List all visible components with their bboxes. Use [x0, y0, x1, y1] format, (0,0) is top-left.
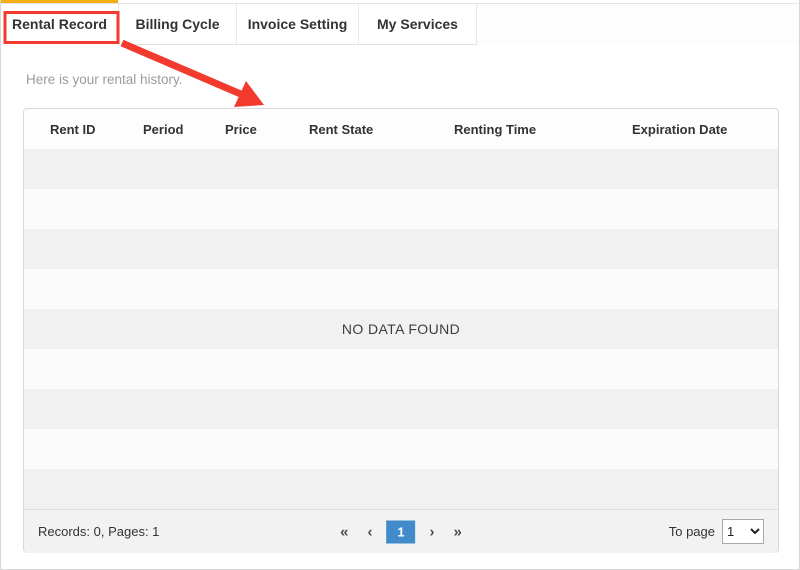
tab-billing-cycle[interactable]: Billing Cycle — [119, 4, 237, 45]
table-footer: Records: 0, Pages: 1 « ‹ 1 › » To page 1 — [24, 509, 778, 553]
no-data-message: NO DATA FOUND — [342, 321, 460, 337]
previous-page-button[interactable]: ‹ — [363, 522, 378, 541]
last-page-button[interactable]: » — [449, 522, 467, 541]
tab-billing-cycle-label: Billing Cycle — [135, 16, 219, 32]
rental-record-page: Rental Record Billing Cycle Invoice Sett… — [0, 0, 800, 570]
annotation-arrow-head — [234, 81, 264, 107]
tab-bar: Rental Record Billing Cycle Invoice Sett… — [1, 3, 799, 45]
tab-bar-filler — [477, 4, 799, 45]
column-header-rent-id: Rent ID — [50, 122, 143, 137]
tab-rental-record[interactable]: Rental Record — [1, 4, 119, 45]
table-row — [24, 389, 778, 429]
column-header-renting-time: Renting Time — [454, 122, 632, 137]
column-header-rent-state: Rent State — [309, 122, 454, 137]
next-page-button[interactable]: › — [425, 522, 440, 541]
table-body: NO DATA FOUND — [24, 149, 778, 509]
records-summary: Records: 0, Pages: 1 — [38, 524, 159, 539]
table-row — [24, 149, 778, 189]
column-header-expiration-date: Expiration Date — [632, 122, 778, 137]
to-page-control: To page 1 — [669, 519, 764, 544]
tab-invoice-setting-label: Invoice Setting — [248, 16, 348, 32]
table-row — [24, 429, 778, 469]
page-select[interactable]: 1 — [722, 519, 764, 544]
table-row — [24, 349, 778, 389]
table-row — [24, 469, 778, 509]
empty-state-row: NO DATA FOUND — [24, 309, 778, 349]
annotation-arrow-shaft — [122, 43, 243, 95]
column-header-period: Period — [143, 122, 225, 137]
table-row — [24, 229, 778, 269]
tab-my-services[interactable]: My Services — [359, 4, 477, 45]
table-row — [24, 189, 778, 229]
column-header-price: Price — [225, 122, 309, 137]
pagination: « ‹ 1 › » — [335, 520, 467, 543]
first-page-button[interactable]: « — [335, 522, 353, 541]
to-page-label: To page — [669, 524, 715, 539]
tab-invoice-setting[interactable]: Invoice Setting — [237, 4, 359, 45]
intro-text: Here is your rental history. — [26, 72, 183, 87]
tab-my-services-label: My Services — [377, 16, 458, 32]
rental-history-table: Rent ID Period Price Rent State Renting … — [23, 108, 779, 553]
tab-rental-record-label: Rental Record — [12, 16, 107, 32]
table-row — [24, 269, 778, 309]
table-header-row: Rent ID Period Price Rent State Renting … — [24, 109, 778, 149]
current-page-button[interactable]: 1 — [387, 520, 416, 543]
